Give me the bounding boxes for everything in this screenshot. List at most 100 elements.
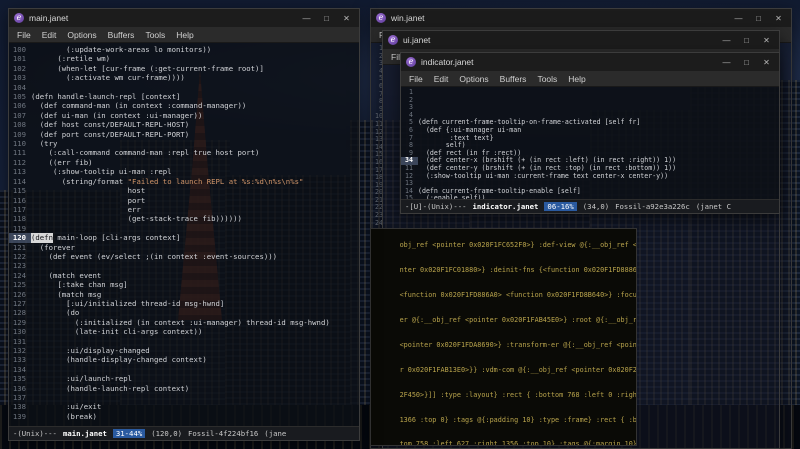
code-line: 107 (def ui-man (in context :ui-manager)… <box>9 111 359 120</box>
modeline-vc-branch: Fossil-a92e3a226c <box>615 202 690 211</box>
titlebar[interactable]: e main.janet — □ ✕ <box>9 9 359 27</box>
minimize-button[interactable]: — <box>731 14 746 23</box>
menu-item[interactable]: Buffers <box>103 29 140 41</box>
line-number: 135 <box>12 374 26 384</box>
terminal-text: <function 0x020F1FD886A0> <function 0x02… <box>399 291 637 300</box>
terminal-text: 1366 :top 0} :tags @{:padding 10} :type … <box>399 415 637 424</box>
line-number: 125 <box>12 280 26 290</box>
maximize-button[interactable]: □ <box>319 14 334 23</box>
menu-item[interactable]: Help <box>171 29 198 41</box>
minimize-button[interactable]: — <box>719 58 734 67</box>
code-text: [:ui/initialized thread-id msg-hwnd] <box>31 298 225 308</box>
code-text: (handle-display-changed context) <box>31 355 207 365</box>
cursor-token: (defn <box>31 233 53 243</box>
line-number: 113 <box>12 167 26 177</box>
terminal-line: <pointer 0x020F1FDA8690>} :transform-er … <box>375 333 636 358</box>
editor-content[interactable]: 1 2 3 4 5 (defn current-frame-tooltip-on… <box>401 87 779 199</box>
minimize-button[interactable]: — <box>299 14 314 23</box>
menu-item[interactable]: Tools <box>140 29 170 41</box>
line-number: 118 <box>12 214 26 224</box>
line-number: 107 <box>12 110 26 120</box>
minimize-button[interactable]: — <box>719 36 734 45</box>
menu-item[interactable]: Buffers <box>495 73 532 85</box>
code-line: 15 (:enable self)) <box>401 195 779 199</box>
line-number: 136 <box>12 383 26 393</box>
line-number: 102 <box>12 63 26 73</box>
line-number: 115 <box>12 186 26 196</box>
code-line: 125 [:take chan msg] <box>9 280 359 289</box>
code-line: 12 (:show-tooltip ui-man :current-frame … <box>401 172 779 181</box>
line-number: 119 <box>12 223 26 233</box>
modeline-filename: indicator.janet <box>472 202 539 211</box>
window-main-janet: e main.janet — □ ✕ File Edit Options Buffer… <box>8 8 360 441</box>
modeline-scroll-pct: 06-16% <box>544 202 577 211</box>
line-number: 111 <box>12 148 26 158</box>
menu-item[interactable]: Edit <box>37 29 62 41</box>
close-button[interactable]: ✕ <box>759 58 774 67</box>
window-title: win.janet <box>391 13 425 23</box>
line-number: 116 <box>12 195 26 205</box>
code-text: (try <box>31 139 58 149</box>
code-text: (handle-launch-repl context) <box>31 383 190 393</box>
code-line: 135 :ui/launch-repl <box>9 374 359 383</box>
titlebar[interactable]: e win.janet — □ ✕ <box>371 9 791 27</box>
line-number: 134 <box>12 364 26 374</box>
line-number: 130 <box>12 327 26 337</box>
code-line: 106 (def command-man (in context :comman… <box>9 101 359 110</box>
maximize-button[interactable]: □ <box>751 14 766 23</box>
modeline-scroll-pct: 31-44% <box>112 429 146 438</box>
terminal-text: obj_ref <pointer 0x020F1FC652F0>} :def-v… <box>399 241 637 250</box>
line-number: 106 <box>12 101 26 111</box>
line-number: 138 <box>12 402 26 412</box>
repl-output-window[interactable]: obj_ref <pointer 0x020F1FC652F0>} :def-v… <box>370 228 637 446</box>
code-line: 119 <box>9 224 359 233</box>
modeline-vc-branch: Fossil-4f224bf16 <box>188 429 259 438</box>
line-number: 105 <box>12 92 26 102</box>
modeline-cursor-pos: (120,0) <box>151 429 182 438</box>
desktop: e win.janet — □ ✕ FileEditOptionsBuffers… <box>0 0 800 449</box>
close-button[interactable]: ✕ <box>759 36 774 45</box>
code-line: 2 <box>401 96 779 105</box>
modeline-major-mode: (jane <box>264 429 287 438</box>
close-button[interactable]: ✕ <box>339 14 354 23</box>
terminal-line: nter 0x020F1FC01880>} :deinit-fns {<func… <box>375 258 636 283</box>
code-line: 110 (try <box>9 139 359 148</box>
modeline-prefix: -(Unix)--- <box>13 429 57 438</box>
terminal-text: <pointer 0x020F1FDA8690>} :transform-er … <box>399 340 637 349</box>
maximize-button[interactable]: □ <box>739 58 754 67</box>
menu-item[interactable]: File <box>12 29 36 41</box>
code-line: 129 (:initialized (in context :ui-manage… <box>9 318 359 327</box>
menu-item[interactable]: Options <box>454 73 493 85</box>
editor-content[interactable]: 100 (:update-work-areas lo monitors)) 10… <box>9 43 359 426</box>
code-text: :ui/display-changed <box>31 346 150 355</box>
code-line: 122 (def event (ev/select ;(in context :… <box>9 252 359 261</box>
code-line: 114 (string/format "Failed to launch REP… <box>9 177 359 186</box>
titlebar[interactable]: e indicator.janet — □ ✕ <box>401 53 779 71</box>
code-string: "Failed to launch REPL at %s:%d\n%s\n%s" <box>127 176 304 186</box>
code-line: 111 (:call-command command-man :repl tru… <box>9 148 359 157</box>
titlebar[interactable]: e ui.janet — □ ✕ <box>383 31 779 49</box>
close-button[interactable]: ✕ <box>771 14 786 23</box>
code-line: 115 host <box>9 186 359 195</box>
window-title: ui.janet <box>403 35 431 45</box>
menu-item[interactable]: Help <box>563 73 590 85</box>
code-text: (:retile wm) <box>31 54 111 64</box>
code-line: 137 <box>9 393 359 402</box>
menu-item[interactable]: Edit <box>429 73 454 85</box>
code-text: (:update-work-areas lo monitors)) <box>31 45 212 54</box>
menu-item[interactable]: File <box>404 73 428 85</box>
menu-item[interactable]: Tools <box>532 73 562 85</box>
code-text: (:call-command command-man :repl true ho… <box>31 148 260 158</box>
code-line: 100 (:update-work-areas lo monitors)) <box>9 45 359 54</box>
window-title: main.janet <box>29 13 69 23</box>
maximize-button[interactable]: □ <box>739 36 754 45</box>
terminal-line: obj_ref <pointer 0x020F1FC652F0>} :def-v… <box>375 233 636 258</box>
code-text: err <box>31 204 141 214</box>
line-number: 124 <box>12 270 26 280</box>
menu-item[interactable]: Options <box>62 29 101 41</box>
line-number: 117 <box>12 204 26 214</box>
code-line: 138 :ui/exit <box>9 402 359 411</box>
code-line: 139 (break) <box>9 412 359 421</box>
code-line: 1 <box>401 88 779 97</box>
code-text: [:take chan msg] <box>31 280 128 290</box>
